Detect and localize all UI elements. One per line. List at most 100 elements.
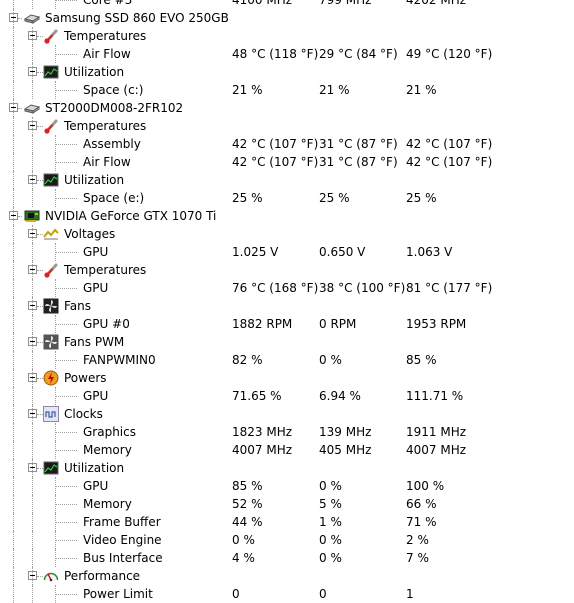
value-current: 42 °C (107 °F) <box>232 155 319 169</box>
tree-guide-line <box>13 63 14 81</box>
sensor-row-gpu-utilization[interactable]: GPU 85 % 0 % 100 % <box>0 477 574 495</box>
sensor-row-fanpwmin0[interactable]: FANPWMIN0 82 % 0 % 85 % <box>0 351 574 369</box>
tree-guide-line <box>37 234 43 235</box>
value-max: 1953 RPM <box>406 317 467 331</box>
value-max: 100 % <box>406 479 445 493</box>
sensor-label: Core #3 <box>83 0 133 7</box>
value-max: 1.063 V <box>406 245 453 259</box>
tree-guide-line <box>32 261 33 279</box>
category-node-utilization[interactable]: Utilization <box>0 171 574 189</box>
tree-guide-line <box>55 45 56 63</box>
value-current: 1882 RPM <box>232 317 293 331</box>
sensor-row-space-c[interactable]: Space (c:) 21 % 21 % 21 % <box>0 81 574 99</box>
sensor-label: GPU <box>83 479 109 493</box>
sensor-row-power-limit[interactable]: Power Limit 0 0 1 <box>0 585 574 603</box>
tree-guide-line <box>32 387 33 405</box>
category-label: Fans PWM <box>64 335 125 349</box>
category-label: Performance <box>64 569 141 583</box>
sensor-row-air-flow[interactable]: Air Flow 48 °C (118 °F) 29 °C (84 °F) 49… <box>0 45 574 63</box>
category-node-utilization[interactable]: Utilization <box>0 63 574 81</box>
sensor-row-bus-interface[interactable]: Bus Interface 4 % 0 % 7 % <box>0 549 574 567</box>
tree-guide-line <box>32 81 33 99</box>
category-node-powers[interactable]: Powers <box>0 369 574 387</box>
sensor-row-core-3[interactable]: Core #3 4100 MHz 799 MHz 4202 MHz <box>0 0 574 9</box>
tree-guide-line <box>32 477 33 495</box>
value-max: 85 % <box>406 353 437 367</box>
tree-guide-line <box>55 351 56 369</box>
device-node-nvidia-gtx-1070-ti[interactable]: NVIDIA GeForce GTX 1070 Ti <box>0 207 574 225</box>
fan-pwm-icon <box>43 334 59 350</box>
category-label: Temperatures <box>64 119 147 133</box>
sensor-label: Air Flow <box>83 155 131 169</box>
sensor-label: Memory <box>83 443 132 457</box>
sensor-label: Space (e:) <box>83 191 145 205</box>
tree-guide-line <box>55 279 56 297</box>
category-node-temperatures[interactable]: Temperatures <box>0 261 574 279</box>
tree-guide-line <box>13 261 14 279</box>
tree-guide-line <box>55 315 56 333</box>
category-label: Utilization <box>64 65 125 79</box>
category-node-temperatures[interactable]: Temperatures <box>0 27 574 45</box>
value-current: 4007 MHz <box>232 443 293 457</box>
value-min: 0 % <box>319 479 342 493</box>
tree-guide-line <box>13 153 14 171</box>
sensor-row-gpu-voltage[interactable]: GPU 1.025 V 0.650 V 1.063 V <box>0 243 574 261</box>
tree-guide-line <box>37 270 43 271</box>
sensor-row-memory-utilization[interactable]: Memory 52 % 5 % 66 % <box>0 495 574 513</box>
value-min: 25 % <box>319 191 350 205</box>
sensor-row-graphics-clock[interactable]: Graphics 1823 MHz 139 MHz 1911 MHz <box>0 423 574 441</box>
value-current: 71.65 % <box>232 389 282 403</box>
sensor-row-memory-clock[interactable]: Memory 4007 MHz 405 MHz 4007 MHz <box>0 441 574 459</box>
sensor-label: Assembly <box>83 137 141 151</box>
value-current: 44 % <box>232 515 263 529</box>
clock-wave-icon <box>43 406 59 422</box>
value-max: 2 % <box>406 533 429 547</box>
category-node-voltages[interactable]: Voltages <box>0 225 574 243</box>
tree-guide-line <box>32 315 33 333</box>
category-node-performance[interactable]: Performance <box>0 567 574 585</box>
value-min: 139 MHz <box>319 425 372 439</box>
sensor-row-gpu-temperature[interactable]: GPU 76 °C (168 °F) 38 °C (100 °F) 81 °C … <box>0 279 574 297</box>
sensor-row-gpu-fan[interactable]: GPU #0 1882 RPM 0 RPM 1953 RPM <box>0 315 574 333</box>
tree-guide-line <box>55 144 77 145</box>
tree-guide-line <box>13 531 14 549</box>
value-min: 6.94 % <box>319 389 361 403</box>
value-max: 4007 MHz <box>406 443 467 457</box>
tree-guide-line <box>32 27 33 45</box>
device-node-samsung-ssd[interactable]: Samsung SSD 860 EVO 250GB <box>0 9 574 27</box>
thermometer-icon <box>43 28 59 44</box>
tree-guide-line <box>55 531 56 549</box>
tree-guide-line <box>13 459 14 477</box>
sensor-row-frame-buffer[interactable]: Frame Buffer 44 % 1 % 71 % <box>0 513 574 531</box>
value-current: 85 % <box>232 479 263 493</box>
sensor-row-gpu-power[interactable]: GPU 71.65 % 6.94 % 111.71 % <box>0 387 574 405</box>
tree-guide-line <box>13 0 14 9</box>
tree-guide-line <box>13 27 14 45</box>
tree-guide-line <box>13 477 14 495</box>
category-node-fans-pwm[interactable]: Fans PWM <box>0 333 574 351</box>
value-min: 0 <box>319 587 327 601</box>
tree-guide-line <box>32 531 33 549</box>
sensor-row-assembly[interactable]: Assembly 42 °C (107 °F) 31 °C (87 °F) 42… <box>0 135 574 153</box>
category-node-temperatures[interactable]: Temperatures <box>0 117 574 135</box>
category-node-clocks[interactable]: Clocks <box>0 405 574 423</box>
tree-guide-line <box>55 0 77 1</box>
sensor-row-space-e[interactable]: Space (e:) 25 % 25 % 25 % <box>0 189 574 207</box>
tree-guide-line <box>37 414 43 415</box>
value-max: 4202 MHz <box>406 0 467 7</box>
tree-guide-line <box>55 594 77 595</box>
sensor-row-video-engine[interactable]: Video Engine 0 % 0 % 2 % <box>0 531 574 549</box>
tree-guide-line <box>55 558 77 559</box>
category-node-utilization[interactable]: Utilization <box>0 459 574 477</box>
sensor-label: GPU <box>83 389 109 403</box>
gpu-card-icon <box>24 208 40 224</box>
tree-guide-line <box>13 117 14 135</box>
category-node-fans[interactable]: Fans <box>0 297 574 315</box>
tree-guide-line <box>18 18 22 19</box>
device-node-st2000dm008[interactable]: ST2000DM008-2FR102 <box>0 99 574 117</box>
tree-guide-line <box>55 162 77 163</box>
value-min: 38 °C (100 °F) <box>319 281 406 295</box>
tree-guide-line <box>13 189 14 207</box>
value-max: 81 °C (177 °F) <box>406 281 493 295</box>
sensor-row-air-flow[interactable]: Air Flow 42 °C (107 °F) 31 °C (87 °F) 42… <box>0 153 574 171</box>
